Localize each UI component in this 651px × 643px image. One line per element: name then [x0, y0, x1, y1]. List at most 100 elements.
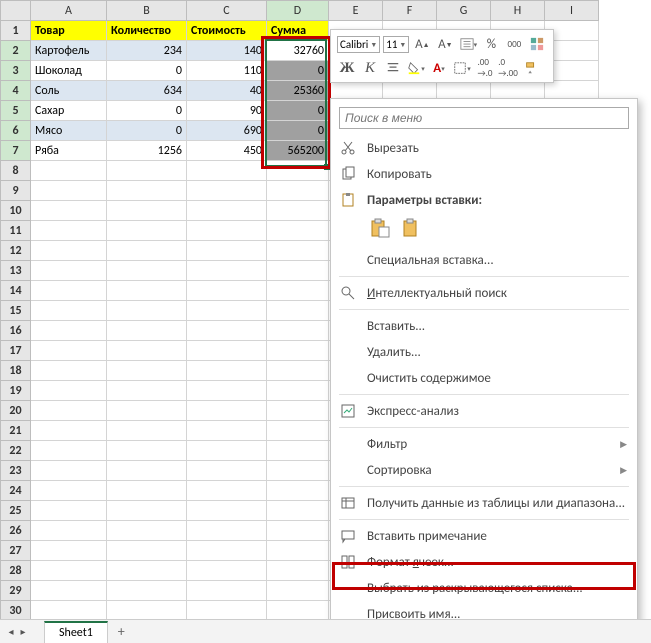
font-size-select[interactable]: 11▼: [383, 36, 409, 53]
row-hdr-15[interactable]: 15: [1, 301, 31, 321]
cell[interactable]: Сахар: [31, 101, 107, 121]
row-hdr-3[interactable]: 3: [1, 61, 31, 81]
menu-get-table-data[interactable]: Получить данные из таблицы или диапазона…: [331, 490, 637, 516]
decrease-decimal-icon[interactable]: .00→.0: [475, 58, 495, 78]
borders-icon[interactable]: ▾: [452, 58, 472, 78]
menu-filter[interactable]: Фильтр ▶: [331, 431, 637, 457]
cell[interactable]: [31, 161, 107, 181]
cell[interactable]: [107, 581, 187, 601]
tab-nav-first-icon[interactable]: ◂: [6, 625, 16, 638]
cell[interactable]: [31, 261, 107, 281]
cell[interactable]: [107, 421, 187, 441]
cell[interactable]: [107, 541, 187, 561]
cell[interactable]: [187, 501, 267, 521]
cell[interactable]: [107, 361, 187, 381]
fill-color-icon[interactable]: ▾: [406, 58, 426, 78]
cell[interactable]: 0: [107, 121, 187, 141]
cell[interactable]: [267, 201, 329, 221]
cell[interactable]: [187, 401, 267, 421]
cell[interactable]: [31, 381, 107, 401]
cell[interactable]: 234: [107, 41, 187, 61]
cell-selected[interactable]: 0: [267, 61, 329, 81]
cell[interactable]: [31, 601, 107, 621]
row-hdr-14[interactable]: 14: [1, 281, 31, 301]
cell[interactable]: [31, 501, 107, 521]
cell[interactable]: [267, 381, 329, 401]
cell-selected[interactable]: 565200: [267, 141, 329, 161]
cell[interactable]: [267, 301, 329, 321]
cell[interactable]: [187, 461, 267, 481]
cell-selected[interactable]: 32760: [267, 41, 329, 61]
menu-quick-analysis[interactable]: Экспресс-анализ: [331, 398, 637, 424]
cell[interactable]: Мясо: [31, 121, 107, 141]
row-hdr-7[interactable]: 7: [1, 141, 31, 161]
col-hdr-h[interactable]: H: [491, 1, 545, 21]
menu-sort[interactable]: Сортировка ▶: [331, 457, 637, 483]
cell[interactable]: [31, 201, 107, 221]
cell[interactable]: [107, 161, 187, 181]
row-hdr-29[interactable]: 29: [1, 581, 31, 601]
cell[interactable]: [187, 481, 267, 501]
cell[interactable]: [267, 421, 329, 441]
cell[interactable]: [31, 221, 107, 241]
menu-insert-comment[interactable]: Вставить примечание: [331, 523, 637, 549]
cell[interactable]: [267, 601, 329, 621]
cell[interactable]: 0: [107, 101, 187, 121]
accounting-format-icon[interactable]: ▾: [458, 34, 478, 54]
cell[interactable]: 690: [187, 121, 267, 141]
cell[interactable]: 90: [187, 101, 267, 121]
menu-clear[interactable]: Очистить содержимое: [331, 365, 637, 391]
cell[interactable]: [267, 461, 329, 481]
row-hdr-16[interactable]: 16: [1, 321, 31, 341]
cell[interactable]: [31, 481, 107, 501]
cell[interactable]: [187, 361, 267, 381]
cell[interactable]: 0: [107, 61, 187, 81]
row-hdr-21[interactable]: 21: [1, 421, 31, 441]
italic-button[interactable]: К: [360, 58, 380, 78]
row-hdr-2[interactable]: 2: [1, 41, 31, 61]
cell[interactable]: Стоимость: [187, 21, 267, 41]
font-name-select[interactable]: Calibri▼: [337, 36, 380, 53]
cell[interactable]: [187, 441, 267, 461]
cell[interactable]: [267, 281, 329, 301]
cell[interactable]: [267, 561, 329, 581]
cell[interactable]: [31, 401, 107, 421]
cell[interactable]: [267, 341, 329, 361]
cell[interactable]: [31, 301, 107, 321]
cell[interactable]: [187, 581, 267, 601]
col-hdr-i[interactable]: I: [545, 1, 599, 21]
cell[interactable]: [107, 461, 187, 481]
cell[interactable]: [267, 501, 329, 521]
row-hdr-1[interactable]: 1: [1, 21, 31, 41]
cell[interactable]: [107, 501, 187, 521]
cell[interactable]: [31, 461, 107, 481]
cell[interactable]: [267, 221, 329, 241]
decrease-font-icon[interactable]: A▼: [435, 34, 455, 54]
cell[interactable]: [31, 241, 107, 261]
cell[interactable]: [31, 341, 107, 361]
cell[interactable]: [187, 541, 267, 561]
cell[interactable]: [107, 241, 187, 261]
row-hdr-18[interactable]: 18: [1, 361, 31, 381]
cell[interactable]: [267, 361, 329, 381]
menu-smart-lookup[interactable]: ИИнтеллектуальный поискнтеллектуальный п…: [331, 280, 637, 306]
cell[interactable]: [31, 441, 107, 461]
increase-font-icon[interactable]: A▲: [412, 34, 432, 54]
cell[interactable]: [107, 201, 187, 221]
cell[interactable]: [187, 161, 267, 181]
cell[interactable]: [187, 521, 267, 541]
cell[interactable]: [107, 481, 187, 501]
cell[interactable]: [107, 441, 187, 461]
cell[interactable]: [267, 481, 329, 501]
cell[interactable]: Соль: [31, 81, 107, 101]
row-hdr-9[interactable]: 9: [1, 181, 31, 201]
cell[interactable]: [267, 181, 329, 201]
cell[interactable]: [107, 521, 187, 541]
paste-default-button[interactable]: [367, 215, 393, 241]
cell[interactable]: [187, 221, 267, 241]
cell[interactable]: [31, 561, 107, 581]
cell[interactable]: [31, 321, 107, 341]
row-hdr-17[interactable]: 17: [1, 341, 31, 361]
col-hdr-g[interactable]: G: [437, 1, 491, 21]
row-hdr-22[interactable]: 22: [1, 441, 31, 461]
